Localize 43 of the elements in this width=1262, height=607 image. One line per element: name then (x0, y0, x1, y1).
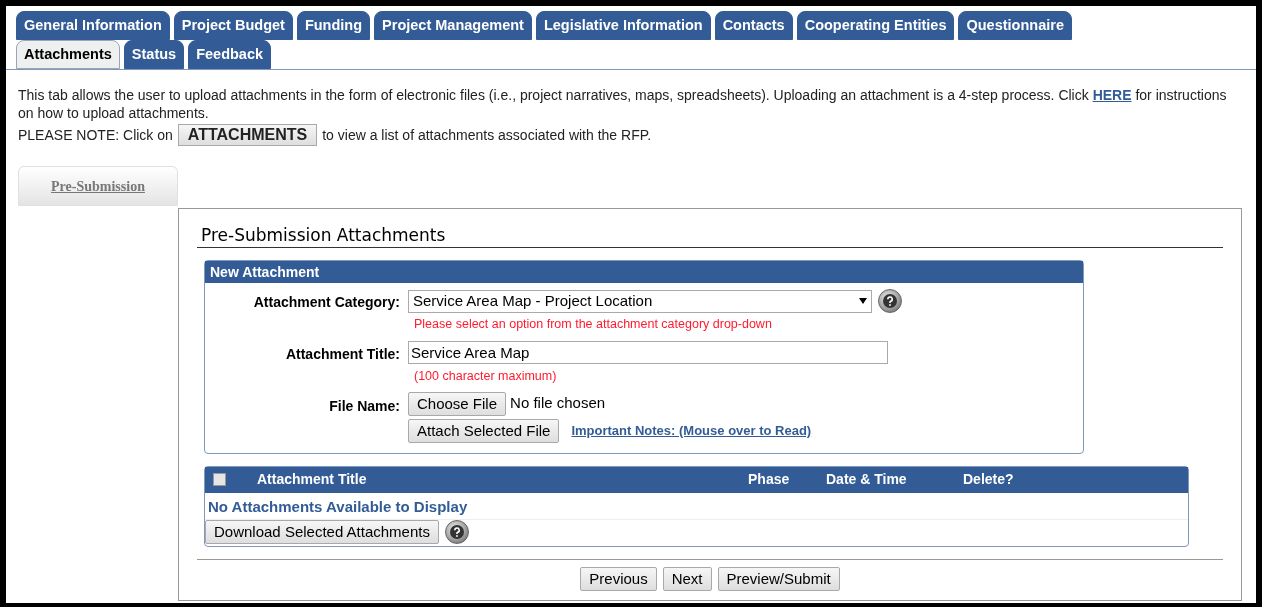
tab[interactable]: Legislative Information (535, 11, 711, 40)
tab[interactable]: Feedback (188, 40, 272, 69)
column-header: Date & Time (826, 470, 908, 489)
intro-text: This tab allows the user to upload attachments in the form of electronic files (i.e., project narratives, maps, spreadsheets). Uploading an attachment is a 4-step process. Click HERE for instructions on how to upload attachments. (18, 86, 1228, 122)
section-title: Pre-Submission Attachments (197, 223, 1223, 248)
tab[interactable]: Attachments (16, 40, 120, 69)
tab[interactable]: Project Management (374, 11, 532, 40)
important-notes-link[interactable]: Important Notes: (Mouse over to Read) (571, 420, 812, 441)
help-icon[interactable] (878, 289, 902, 313)
nav-button[interactable]: Previous (580, 566, 657, 591)
field-label: File Name: (328, 396, 400, 416)
hint-text: (100 character maximum) (414, 367, 558, 385)
category-dropdown[interactable]: Service Area Map - Project Location (408, 289, 872, 313)
select-all-checkbox[interactable] (213, 473, 226, 486)
error-text: Please select an option from the attachment category drop-down (414, 316, 773, 333)
title-input[interactable]: Service Area Map (408, 340, 888, 364)
download-button[interactable]: Download Selected Attachments (205, 519, 439, 544)
tab[interactable]: Cooperating Entities (796, 11, 955, 40)
help-icon[interactable] (444, 519, 469, 544)
tab[interactable]: Questionnaire (958, 11, 1072, 40)
nav-button[interactable]: Next (662, 566, 712, 591)
tab[interactable]: Contacts (714, 11, 793, 40)
field-label: Attachment Title: (284, 344, 400, 364)
subtab[interactable]: Pre-Submission (18, 166, 178, 206)
column-header: Delete? (963, 470, 1014, 489)
column-header: Phase (748, 470, 791, 489)
nav-button[interactable]: Preview/Submit (717, 566, 840, 591)
tab[interactable]: Funding (296, 11, 371, 40)
choose-file-button[interactable]: Choose File (408, 391, 507, 416)
tab[interactable]: Project Budget (173, 11, 293, 40)
note-text: to view a list of attachments associated with the RFP. (322, 126, 652, 144)
panel-header: New Attachment (205, 261, 1083, 283)
tab[interactable]: General Information (16, 11, 170, 40)
column-header: Attachment Title (257, 470, 368, 489)
empty-message: No Attachments Available to Display (205, 492, 1188, 520)
field-label: Attachment Category: (252, 293, 400, 312)
attach-file-button[interactable]: Attach Selected File (408, 418, 560, 443)
tab[interactable]: Status (123, 40, 185, 69)
note-text: PLEASE NOTE: Click on (18, 126, 173, 144)
attachments-button[interactable]: ATTACHMENTS (177, 124, 318, 146)
here-link[interactable]: HERE (1092, 87, 1132, 103)
file-status: No file chosen (510, 393, 606, 414)
caret-icon (859, 298, 867, 304)
